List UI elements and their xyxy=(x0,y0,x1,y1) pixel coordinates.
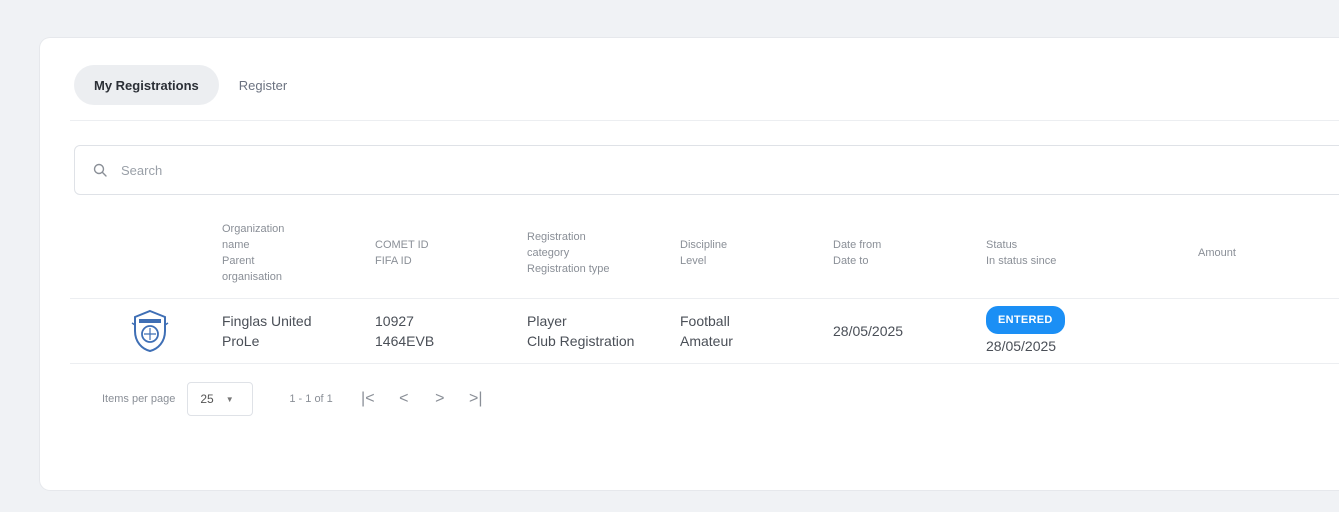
parent-org: ProLe xyxy=(222,333,260,349)
chevron-down-icon: ▼ xyxy=(225,394,234,404)
registration-category: Player xyxy=(527,313,567,329)
header-text: Status xyxy=(986,239,1018,251)
header-text: In status since xyxy=(986,255,1057,267)
page-range: 1 - 1 of 1 xyxy=(289,393,333,405)
search-box[interactable] xyxy=(74,145,1339,195)
header-dates[interactable]: Date from Date to xyxy=(833,208,881,298)
first-page-icon[interactable]: |< xyxy=(355,390,381,408)
header-discipline[interactable]: Discipline Level xyxy=(680,208,727,298)
header-text: Discipline xyxy=(680,239,728,251)
date-from: 28/05/2025 xyxy=(833,323,904,339)
header-amount[interactable]: Amount xyxy=(1198,208,1236,298)
club-crest-icon xyxy=(131,309,169,353)
discipline: Football xyxy=(680,313,730,329)
level: Amateur xyxy=(680,333,733,349)
header-text: Level xyxy=(680,255,707,267)
registration-type: Club Registration xyxy=(527,333,635,349)
header-text: Registration type xyxy=(527,263,610,275)
header-text: Amount xyxy=(1198,247,1236,259)
header-registration[interactable]: Registration category Registration type xyxy=(527,208,610,298)
registrations-card: My Registrations Register Organization n… xyxy=(40,38,1339,490)
header-status[interactable]: Status In status since xyxy=(986,208,1056,298)
table-header: Organization name Parent organisation CO… xyxy=(70,208,1339,299)
cell-discipline: Football Amateur xyxy=(680,299,733,363)
chevron-left-icon[interactable]: < xyxy=(391,390,417,408)
tab-register[interactable]: Register xyxy=(219,65,307,105)
comet-id: 10927 xyxy=(375,313,414,329)
header-text: Date to xyxy=(833,255,869,267)
cell-organization: Finglas United ProLe xyxy=(222,299,312,363)
status-badge: ENTERED xyxy=(986,306,1065,334)
tab-divider xyxy=(70,120,1339,121)
header-text: Date from xyxy=(833,239,882,251)
page-size-value: 25 xyxy=(200,392,214,406)
header-organization[interactable]: Organization name Parent organisation xyxy=(222,208,284,298)
org-name: Finglas United xyxy=(222,313,312,329)
header-text: category xyxy=(527,247,570,259)
cell-registration: Player Club Registration xyxy=(527,299,634,363)
tab-bar: My Registrations Register xyxy=(74,65,307,105)
header-ids[interactable]: COMET ID FIFA ID xyxy=(375,208,429,298)
fifa-id: 1464EVB xyxy=(375,333,435,349)
header-text: Parent xyxy=(222,255,255,267)
status-since: 28/05/2025 xyxy=(986,338,1057,354)
cell-status: ENTERED 28/05/2025 xyxy=(986,299,1065,363)
items-per-page-label: Items per page xyxy=(102,393,176,405)
header-text: name xyxy=(222,239,250,251)
header-text: Organization xyxy=(222,223,285,235)
last-page-icon[interactable]: >| xyxy=(463,390,489,408)
cell-ids: 10927 1464EVB xyxy=(375,299,434,363)
header-text: Registration xyxy=(527,231,586,243)
header-text: organisation xyxy=(222,271,282,283)
pagination: Items per page 25 ▼ 1 - 1 of 1 |< < > >| xyxy=(102,382,499,416)
cell-dates: 28/05/2025 xyxy=(833,299,903,363)
page-nav: |< < > >| xyxy=(355,390,499,408)
header-text: FIFA ID xyxy=(375,255,412,267)
search-input[interactable] xyxy=(119,161,723,179)
chevron-right-icon[interactable]: > xyxy=(427,390,453,408)
search-icon xyxy=(93,163,107,177)
table-row[interactable]: Finglas United ProLe 10927 1464EVB Playe… xyxy=(70,299,1339,364)
header-text: COMET ID xyxy=(375,239,429,251)
page-size-select[interactable]: 25 ▼ xyxy=(187,382,254,416)
tab-my-registrations[interactable]: My Registrations xyxy=(74,65,219,105)
